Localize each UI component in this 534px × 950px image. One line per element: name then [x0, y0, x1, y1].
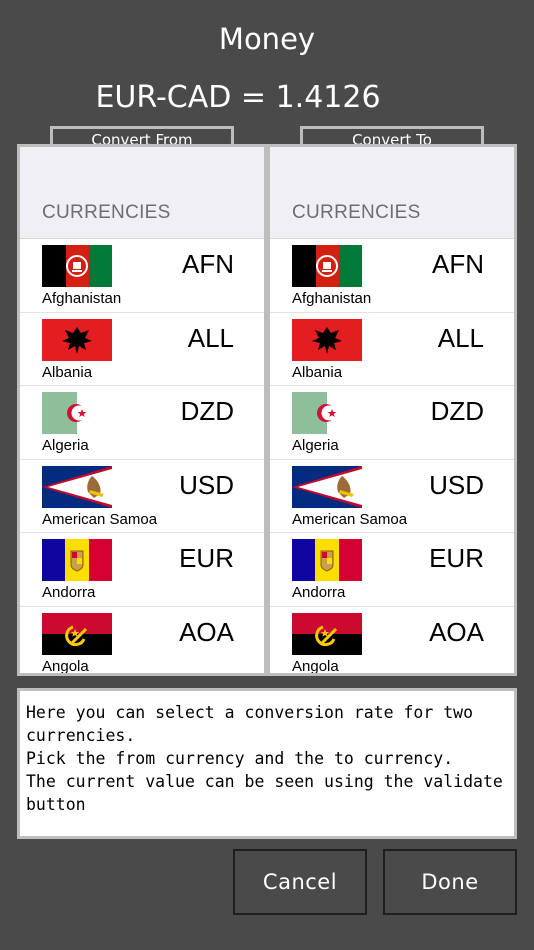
done-button[interactable]: Done [383, 849, 517, 915]
currency-row-all[interactable]: ALL Albania [20, 313, 264, 386]
from-currency-list[interactable]: CURRENCIES AFN Afghanistan ALL Albania DZD… [17, 144, 267, 676]
to-currency-list[interactable]: CURRENCIES AFN Afghanistan ALL Albania DZD… [267, 144, 517, 676]
rate-display: EUR-CAD = 1.4126 [95, 80, 381, 115]
currency-row-afn[interactable]: AFN Afghanistan [20, 239, 264, 313]
afghanistan-flag [292, 245, 362, 287]
country-name: Algeria [292, 437, 339, 454]
country-name: Andorra [292, 584, 346, 601]
currency-code: AOA [179, 616, 234, 647]
country-name: Angola [42, 657, 89, 675]
currency-code: AFN [432, 249, 484, 279]
currency-code: USD [429, 469, 484, 500]
currency-code: ALL [437, 322, 484, 353]
currency-code: DZD [430, 396, 484, 426]
currency-row-usd[interactable]: USD American Samoa [20, 460, 264, 533]
angola-flag [292, 612, 362, 655]
angola-flag [42, 612, 112, 655]
american-samoa-flag [42, 465, 112, 508]
convert-from-tab: Convert From [50, 126, 234, 146]
country-name: Albania [42, 363, 93, 381]
help-text: Here you can select a conversion rate fo… [26, 703, 503, 814]
currency-code: DZD [180, 396, 234, 426]
currency-code: AFN [182, 249, 234, 279]
country-name: Algeria [42, 437, 89, 454]
currency-row-afn[interactable]: AFN Afghanistan [270, 239, 514, 313]
andorra-flag [42, 539, 112, 581]
country-name: American Samoa [42, 510, 158, 528]
country-name: American Samoa [292, 510, 408, 528]
andorra-flag [292, 539, 362, 581]
country-name: Albania [292, 363, 343, 381]
section-label: CURRENCIES [42, 202, 171, 223]
country-name: Angola [292, 657, 339, 675]
cancel-button[interactable]: Cancel [233, 849, 367, 915]
albania-flag [292, 318, 362, 361]
afghanistan-flag [42, 245, 112, 287]
country-name: Andorra [42, 584, 96, 601]
currency-code: ALL [187, 322, 234, 353]
help-text-box: Here you can select a conversion rate fo… [17, 688, 517, 839]
from-list-header: CURRENCIES [20, 147, 264, 239]
currency-row-aoa[interactable]: AOA Angola [270, 607, 514, 675]
section-label: CURRENCIES [292, 202, 421, 223]
currency-row-usd[interactable]: USD American Samoa [270, 460, 514, 533]
to-list-header: CURRENCIES [270, 147, 514, 239]
algeria-flag [292, 392, 362, 434]
currency-row-eur[interactable]: EUR Andorra [270, 533, 514, 607]
country-name: Afghanistan [42, 290, 122, 307]
currency-row-dzd[interactable]: DZD Algeria [270, 386, 514, 460]
currency-row-eur[interactable]: EUR Andorra [20, 533, 264, 607]
convert-to-tab: Convert To [300, 126, 484, 146]
currency-code: EUR [179, 543, 234, 573]
currency-code: EUR [429, 543, 484, 573]
albania-flag [42, 318, 112, 361]
currency-code: USD [179, 469, 234, 500]
currency-row-all[interactable]: ALL Albania [270, 313, 514, 386]
currency-row-aoa[interactable]: AOA Angola [20, 607, 264, 675]
algeria-flag [42, 392, 112, 434]
currency-code: AOA [429, 616, 484, 647]
page-title: Money [218, 22, 316, 56]
american-samoa-flag [292, 465, 362, 508]
currency-row-dzd[interactable]: DZD Algeria [20, 386, 264, 460]
country-name: Afghanistan [292, 290, 372, 307]
